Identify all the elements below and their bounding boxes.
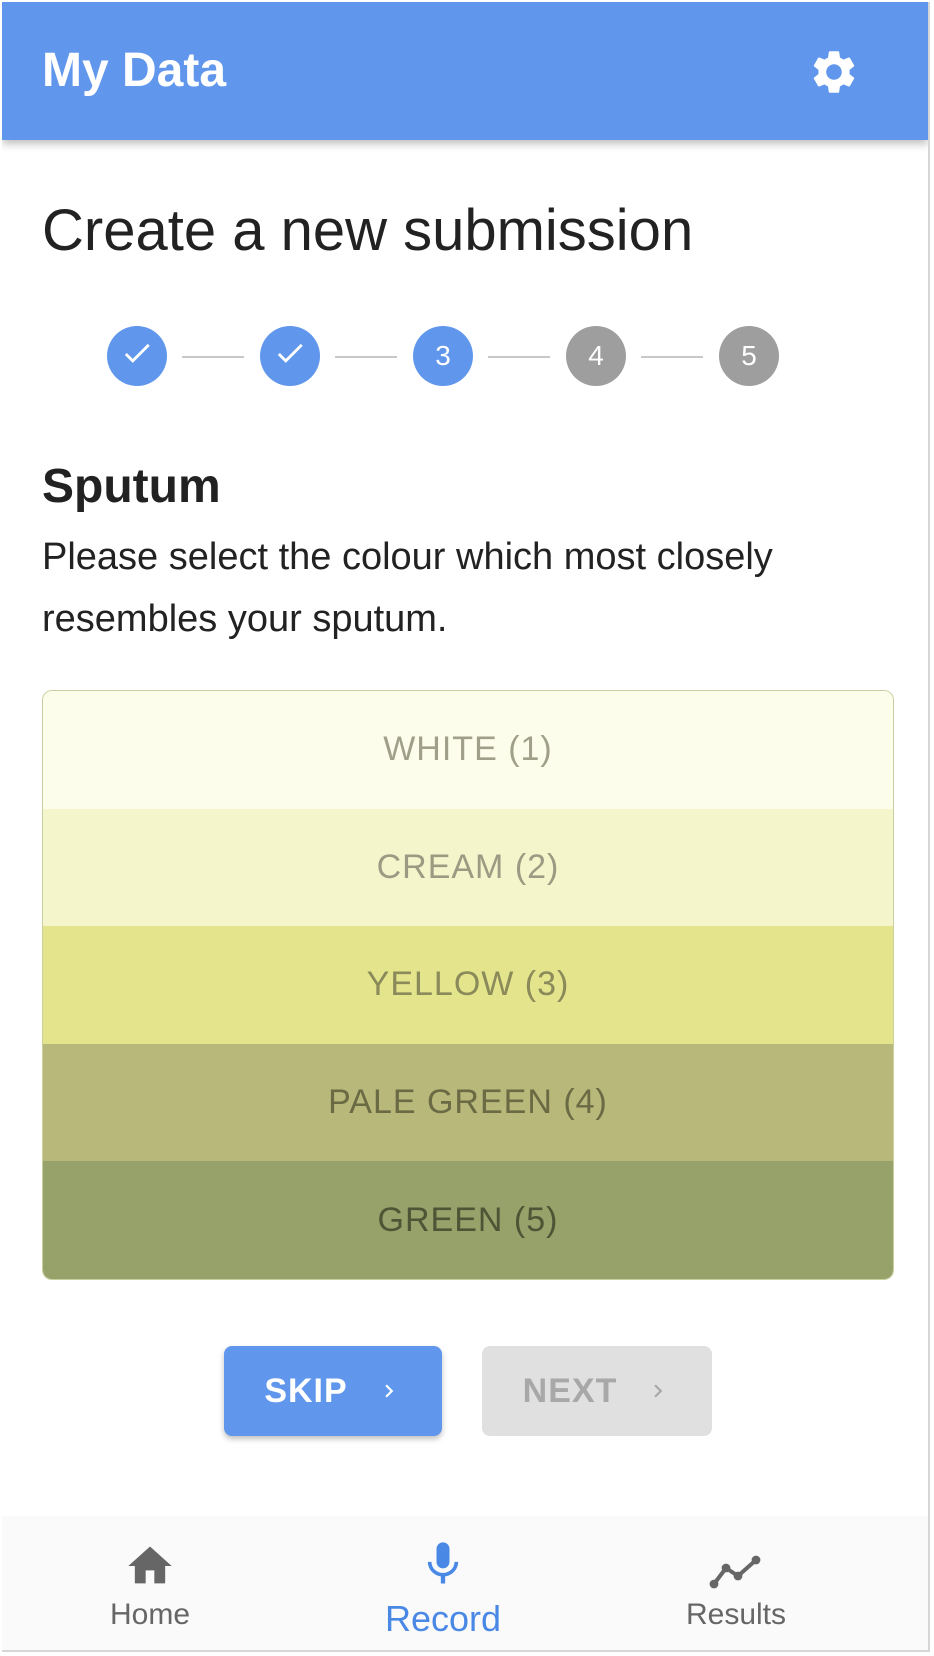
chevron-right-icon — [645, 1378, 671, 1404]
step-connector — [182, 356, 244, 358]
app-bar: My Data — [2, 2, 928, 140]
chart-line-icon — [708, 1540, 764, 1592]
option-white[interactable]: WHITE (1) — [43, 691, 893, 809]
step-connector — [335, 356, 397, 358]
nav-results-label: Results — [685, 1598, 787, 1631]
skip-button-label: SKIP — [264, 1371, 348, 1410]
step-1-complete — [107, 326, 167, 386]
nav-home-label: Home — [109, 1598, 191, 1631]
question-prompt: Please select the colour which most clos… — [42, 536, 773, 640]
app-frame: My Data Create a new submission 3 4 5 Sp… — [2, 2, 930, 1652]
option-pale-green[interactable]: PALE GREEN (4) — [43, 1043, 893, 1162]
option-cream[interactable]: CREAM (2) — [43, 808, 893, 927]
skip-button[interactable]: SKIP — [224, 1346, 442, 1436]
question-title: Sputum — [42, 460, 221, 513]
app-title: My Data — [42, 44, 227, 97]
nav-home[interactable]: Home — [30, 1516, 270, 1650]
settings-gear-icon[interactable] — [808, 46, 860, 98]
colour-options-list: WHITE (1) CREAM (2) YELLOW (3) PALE GREE… — [42, 690, 894, 1280]
option-yellow[interactable]: YELLOW (3) — [43, 926, 893, 1044]
bottom-navigation: Home Record Results — [2, 1516, 928, 1650]
step-5-pending: 5 — [719, 326, 779, 386]
checkmark-icon — [273, 336, 307, 377]
page-title: Create a new submission — [42, 198, 694, 263]
step-3-current: 3 — [413, 326, 473, 386]
microphone-icon — [417, 1540, 469, 1592]
next-button-label: NEXT — [522, 1371, 618, 1410]
chevron-right-icon — [376, 1378, 402, 1404]
step-connector — [641, 356, 703, 358]
nav-record[interactable]: Record — [323, 1516, 563, 1650]
nav-results[interactable]: Results — [616, 1516, 856, 1650]
checkmark-icon — [120, 336, 154, 377]
nav-record-label: Record — [384, 1598, 502, 1639]
step-4-pending: 4 — [566, 326, 626, 386]
home-icon — [124, 1540, 176, 1592]
option-green[interactable]: GREEN (5) — [43, 1161, 893, 1279]
next-button[interactable]: NEXT — [482, 1346, 712, 1436]
step-connector — [488, 356, 550, 358]
step-2-complete — [260, 326, 320, 386]
